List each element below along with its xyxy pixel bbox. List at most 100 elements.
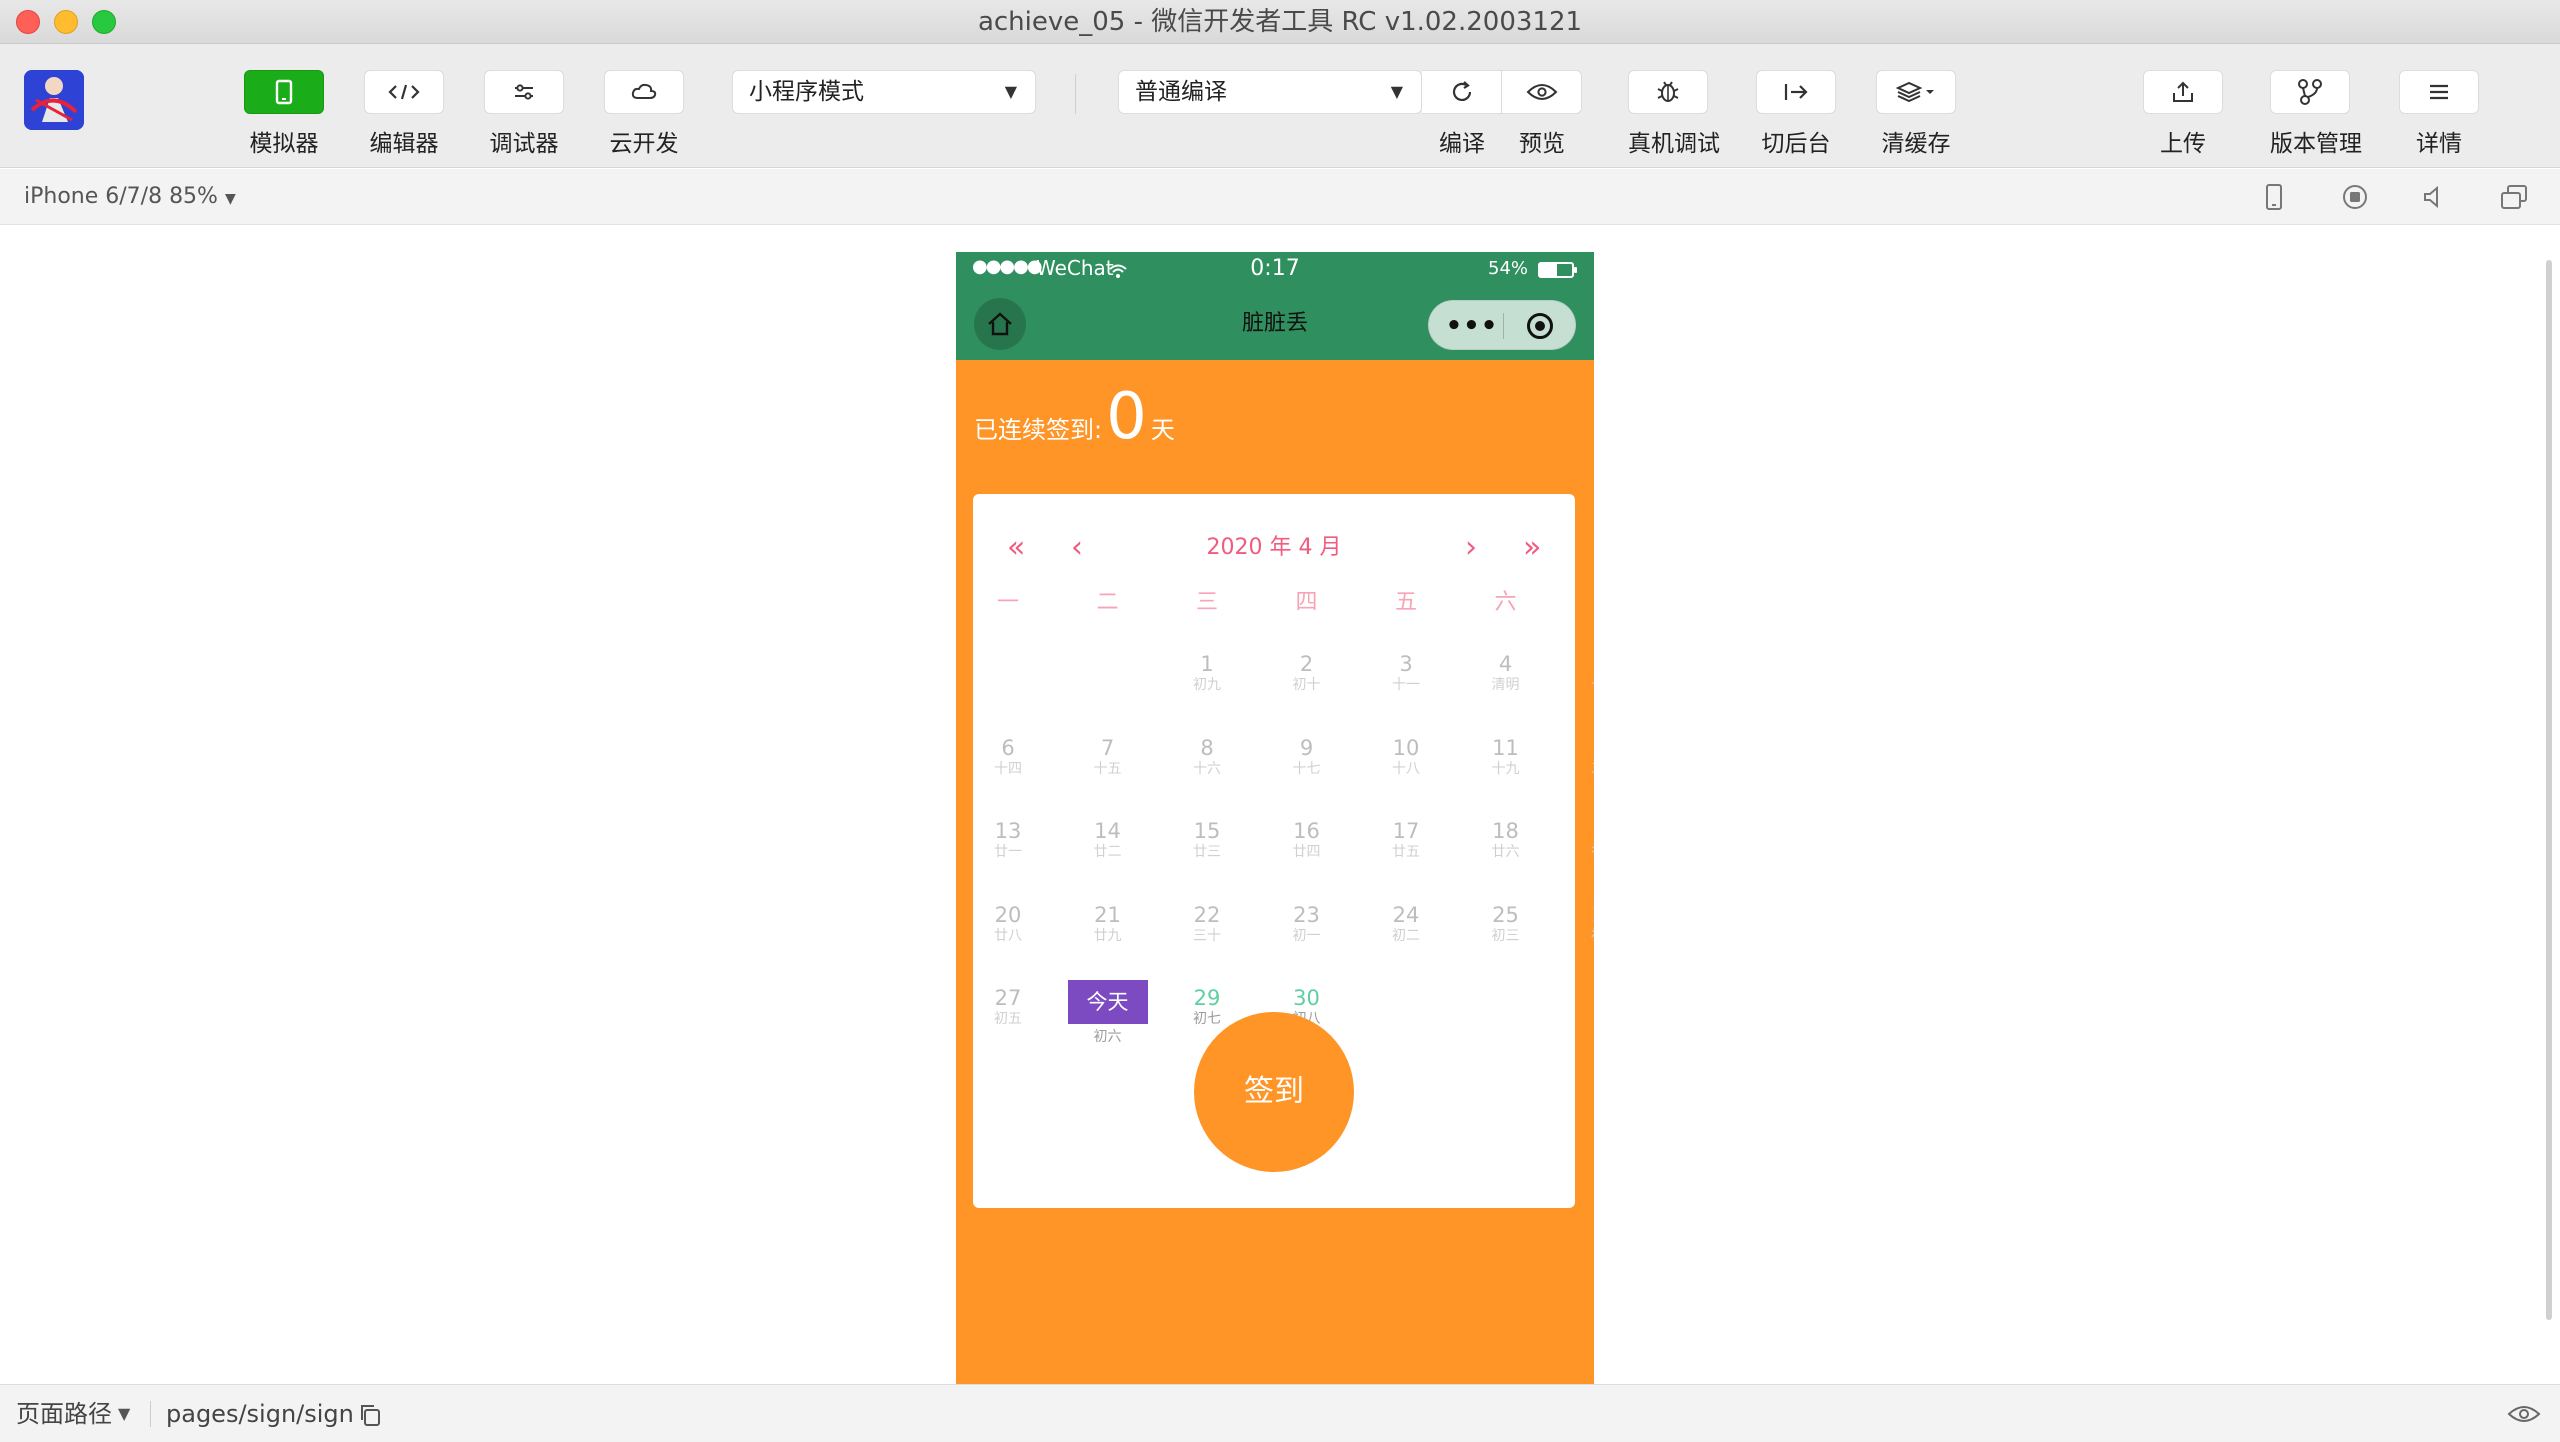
calendar-day[interactable]: 2 初十 bbox=[1277, 652, 1337, 694]
device-select[interactable]: iPhone 6/7/8 85% ▼ bbox=[24, 169, 236, 227]
cloud-icon bbox=[604, 70, 684, 114]
preview-button[interactable]: 预览 bbox=[1502, 70, 1582, 158]
page-path-label[interactable]: 页面路径 bbox=[16, 1385, 112, 1442]
lunar-date: 廿五 bbox=[1392, 844, 1420, 860]
remote-debug-label: 真机调试 bbox=[1628, 131, 1720, 157]
lunar-date: 十一 bbox=[1392, 677, 1420, 693]
day-number: 5 bbox=[1575, 652, 1594, 676]
calendar-day[interactable]: 5十三 bbox=[1575, 652, 1594, 694]
avatar[interactable] bbox=[24, 70, 84, 130]
calendar-day[interactable]: 16 廿四 bbox=[1277, 819, 1337, 861]
calendar-day[interactable]: 19谷雨 bbox=[1575, 819, 1594, 861]
stop-record-icon[interactable] bbox=[2341, 183, 2369, 211]
day-number: 18 bbox=[1492, 819, 1519, 843]
day-number: 23 bbox=[1293, 902, 1320, 927]
calendar-day[interactable]: 6 十四 bbox=[978, 736, 1038, 778]
menu-lines-icon bbox=[2399, 70, 2479, 114]
page-path-value: pages/sign/sign bbox=[166, 1400, 354, 1428]
remote-debug-button[interactable]: 真机调试 bbox=[1628, 70, 1720, 158]
battery-level bbox=[1540, 264, 1558, 276]
lunar-date: 十六 bbox=[1193, 760, 1221, 777]
weekday-label: 二 bbox=[1096, 590, 1119, 615]
streak-display: 已连续签到:0 天 bbox=[974, 380, 1175, 454]
calendar-day[interactable]: 26初四 bbox=[1575, 903, 1594, 945]
day-number: 30 bbox=[1293, 986, 1320, 1010]
calendar-day[interactable]: 18 廿六 bbox=[1476, 819, 1536, 861]
compile-button[interactable]: 编译 bbox=[1422, 70, 1502, 158]
calendar-day[interactable]: 1 初九 bbox=[1177, 652, 1237, 694]
close-target-icon[interactable] bbox=[1527, 313, 1553, 339]
more-dots-icon[interactable]: ••• bbox=[1445, 301, 1499, 351]
calendar-day[interactable]: 4 清明 bbox=[1476, 652, 1536, 694]
version-manage-label: 版本管理 bbox=[2270, 131, 2362, 157]
avatar-image-icon bbox=[24, 70, 84, 130]
debugger-tool[interactable]: 调试器 bbox=[484, 70, 564, 158]
layers-icon bbox=[1876, 70, 1956, 114]
lunar-date: 初三 bbox=[1491, 927, 1520, 944]
volume-icon[interactable] bbox=[2420, 183, 2448, 211]
details-button[interactable]: 详情 bbox=[2399, 70, 2479, 158]
day-number: 17 bbox=[1392, 819, 1420, 843]
calendar-day[interactable]: 24 初二 bbox=[1376, 903, 1436, 945]
next-month-button[interactable]: › bbox=[1465, 528, 1477, 568]
cloud-dev-tool[interactable]: 云开发 bbox=[604, 70, 684, 158]
eye-icon bbox=[1502, 70, 1582, 114]
phone-screen: ●●●●● WeChat 0:17 54% 脏脏丢 ••• 已连续签到:0 天 «… bbox=[956, 252, 1594, 1384]
sign-in-button[interactable]: 签到 bbox=[1194, 1012, 1354, 1172]
calendar-day[interactable]: 22 三十 bbox=[1177, 903, 1237, 945]
code-icon bbox=[364, 70, 444, 114]
lunar-date: 初十 bbox=[1292, 677, 1321, 693]
calendar-day[interactable]: 14 廿二 bbox=[1078, 819, 1138, 861]
calendar-day[interactable]: 27 初五 bbox=[978, 986, 1038, 1028]
cloud-dev-label: 云开发 bbox=[609, 131, 679, 157]
eye-icon[interactable] bbox=[2506, 1402, 2542, 1426]
capsule-divider bbox=[1503, 313, 1504, 339]
simulator-scrollbar[interactable] bbox=[2546, 260, 2552, 1320]
calendar-day[interactable]: 29 初七 bbox=[1177, 986, 1237, 1028]
clear-cache-button[interactable]: 清缓存 bbox=[1876, 70, 1956, 158]
calendar-day[interactable]: 15 廿三 bbox=[1177, 819, 1237, 861]
lunar-date: 廿八 bbox=[994, 927, 1022, 944]
copy-icon[interactable] bbox=[358, 1403, 382, 1427]
day-number: 3 bbox=[1399, 652, 1413, 676]
calendar-day[interactable]: 12二十 bbox=[1575, 736, 1594, 778]
today-cell[interactable]: 今天 bbox=[1067, 980, 1148, 1024]
simulator-tool[interactable]: 模拟器 bbox=[244, 70, 324, 158]
weekday-label: 六 bbox=[1494, 590, 1517, 615]
calendar-day[interactable]: 11 十九 bbox=[1476, 736, 1536, 778]
chevron-down-icon: ▼ bbox=[1004, 82, 1017, 101]
compile-mode-select[interactable]: 普通编译 ▼ bbox=[1118, 70, 1422, 114]
calendar-day[interactable]: 7 十五 bbox=[1078, 736, 1138, 778]
device-rotate-icon[interactable] bbox=[2260, 183, 2288, 211]
calendar-day[interactable]: 3 十一 bbox=[1376, 652, 1436, 694]
editor-tool[interactable]: 编辑器 bbox=[364, 70, 444, 158]
detach-window-icon[interactable] bbox=[2500, 183, 2528, 211]
compile-mode-value: 普通编译 bbox=[1135, 79, 1227, 105]
calendar-day[interactable]: 8 十六 bbox=[1177, 736, 1237, 778]
mode-select[interactable]: 小程序模式 ▼ bbox=[732, 70, 1036, 114]
chevron-down-icon: ▼ bbox=[1390, 82, 1403, 101]
next-year-button[interactable]: » bbox=[1523, 528, 1541, 568]
day-number: 8 bbox=[1200, 735, 1214, 760]
clear-cache-label: 清缓存 bbox=[1881, 131, 1951, 157]
calendar-title: 2020 年 4 月 bbox=[1206, 535, 1342, 560]
chevron-down-icon[interactable]: ▼ bbox=[118, 1385, 130, 1442]
calendar-day[interactable]: 23 初一 bbox=[1277, 903, 1337, 945]
upload-button[interactable]: 上传 bbox=[2143, 70, 2223, 158]
calendar-day[interactable]: 21 廿九 bbox=[1078, 903, 1138, 945]
bottom-divider bbox=[150, 1401, 151, 1427]
calendar-day[interactable]: 10 十八 bbox=[1376, 736, 1436, 778]
streak-unit: 天 bbox=[1150, 416, 1175, 444]
lunar-date: 初五 bbox=[994, 1011, 1022, 1027]
lunar-date: 清明 bbox=[1491, 677, 1520, 693]
switch-background-button[interactable]: 切后台 bbox=[1756, 70, 1836, 158]
lunar-date: 廿三 bbox=[1193, 844, 1221, 860]
version-manage-button[interactable]: 版本管理 bbox=[2270, 70, 2362, 158]
calendar-day[interactable]: 20 廿八 bbox=[978, 903, 1038, 945]
calendar-day[interactable]: 25 初三 bbox=[1476, 903, 1536, 945]
weekday-label: 五 bbox=[1394, 590, 1417, 615]
calendar-day[interactable]: 17 廿五 bbox=[1376, 819, 1436, 861]
exit-arrow-icon bbox=[1756, 70, 1836, 114]
calendar-day[interactable]: 13 廿一 bbox=[978, 819, 1038, 861]
calendar-day[interactable]: 9 十七 bbox=[1277, 736, 1337, 778]
